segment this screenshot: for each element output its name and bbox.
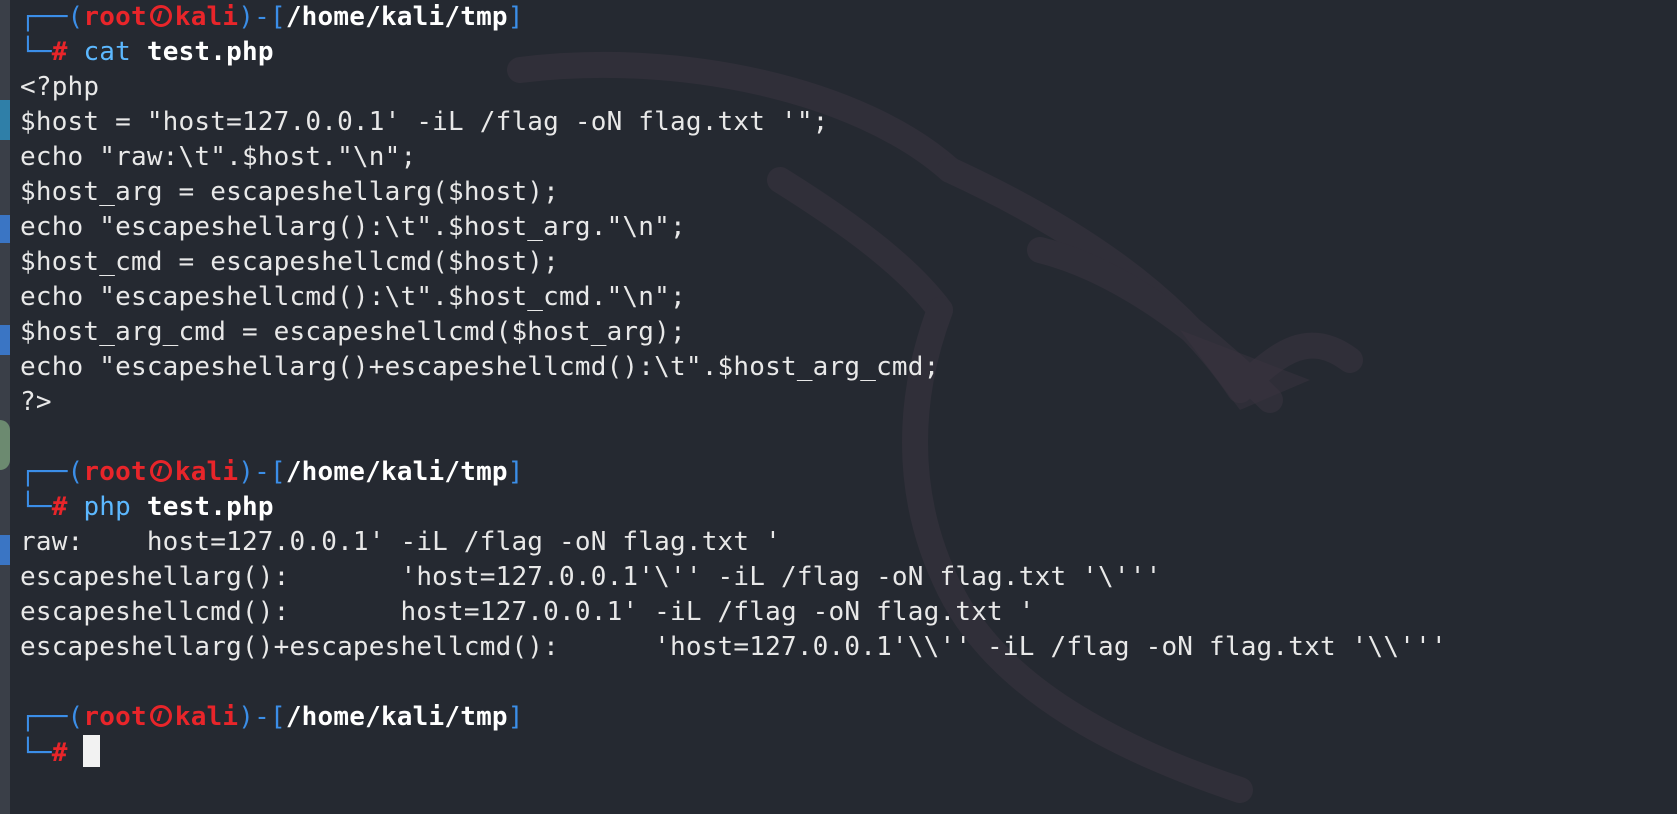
output-line: $host_arg = escapeshellarg($host); [20,177,560,207]
output-line: <?php [20,72,100,102]
prompt-path: /home/kali/tmp [285,2,508,32]
prompt-frame: └─ [20,738,52,768]
prompt-line-command: └─# php test.php [20,490,1660,525]
output-line: $host_arg_cmd = escapeshellcmd($host_arg… [20,317,686,347]
prompt-frame: ] [507,2,524,32]
prompt-line-top: ┌──(root kali)-[/home/kali/tmp] [20,0,1660,35]
prompt-hash: # [51,738,68,768]
output-line: escapeshellcmd(): host=127.0.0.1' -iL /f… [20,597,1035,627]
command-name: php [83,492,131,522]
desktop-icons-strip [0,0,10,814]
prompt-host: kali [174,702,239,732]
output-line: echo "escapeshellcmd():\t".$host_cmd."\n… [20,282,686,312]
desktop-icon[interactable] [0,100,10,140]
output-line: $host_cmd = escapeshellcmd($host); [20,247,560,277]
output-line: echo "escapeshellarg()+escapeshellcmd():… [20,352,940,382]
output-line: echo "raw:\t".$host."\n"; [20,142,417,172]
desktop-icon[interactable] [0,215,10,243]
prompt-host: kali [174,2,239,32]
desktop-icon[interactable] [0,325,10,355]
prompt-user: root [83,702,147,732]
prompt-user: root [83,457,147,487]
prompt-user: root [83,2,147,32]
desktop-icon[interactable] [0,420,10,470]
output-line: ?> [20,387,52,417]
prompt-frame: )-[ [238,702,286,732]
prompt-frame: ┌──( [20,457,84,487]
prompt-path: /home/kali/tmp [285,702,508,732]
desktop-icon[interactable] [0,535,10,565]
prompt-frame: ┌──( [20,2,84,32]
output-line: escapeshellarg()+escapeshellcmd(): 'host… [20,632,1447,662]
output-line: escapeshellarg(): 'host=127.0.0.1'\'' -i… [20,562,1162,592]
command-argument: test.php [146,492,274,522]
kali-skull-icon [149,460,172,482]
prompt-line-command: └─# cat test.php [20,35,1660,70]
prompt-line-top: ┌──(root kali)-[/home/kali/tmp] [20,700,1660,735]
prompt-host: kali [174,457,239,487]
prompt-frame: )-[ [238,457,286,487]
prompt-frame: ] [507,457,524,487]
prompt-line-input[interactable]: └─# [20,735,1660,770]
prompt-frame: )-[ [238,2,286,32]
output-line: $host = "host=127.0.0.1' -iL /flag -oN f… [20,107,829,137]
prompt-line-top: ┌──(root kali)-[/home/kali/tmp] [20,455,1660,490]
prompt-frame: ] [507,702,524,732]
kali-skull-icon [149,5,172,27]
prompt-hash: # [51,37,68,67]
terminal-window[interactable]: ┌──(root kali)-[/home/kali/tmp] └─# cat t… [10,0,1677,814]
command-argument: test.php [146,37,274,67]
terminal-cursor[interactable] [83,735,101,767]
command-name: cat [83,37,131,67]
prompt-frame: └─ [20,37,52,67]
kali-skull-icon [149,705,172,727]
prompt-path: /home/kali/tmp [285,457,508,487]
prompt-frame: └─ [20,492,52,522]
prompt-frame: ┌──( [20,702,84,732]
prompt-hash: # [51,492,68,522]
output-line: echo "escapeshellarg():\t".$host_arg."\n… [20,212,686,242]
output-line: raw: host=127.0.0.1' -iL /flag -oN flag.… [20,527,781,557]
